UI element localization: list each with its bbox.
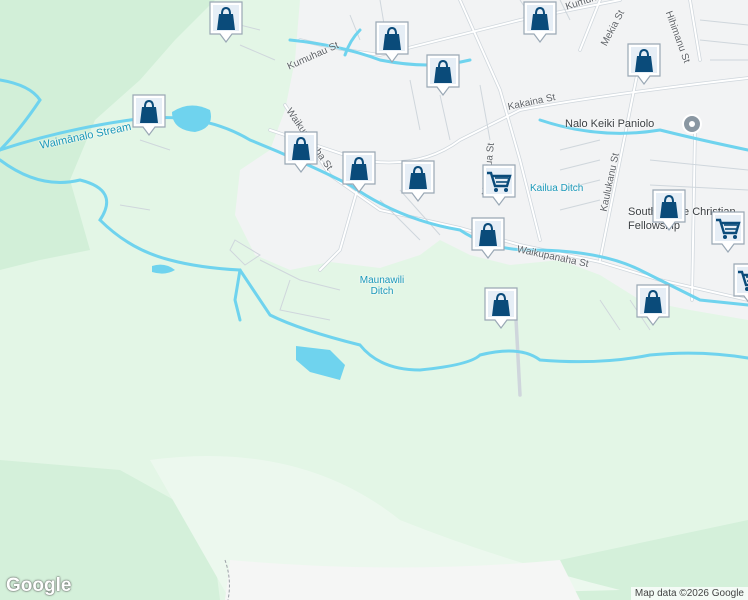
map-marker-shopping-cart[interactable] [481,163,517,207]
water-label-maunawili-ditch: Maunawili Ditch [359,275,405,297]
map-attribution: Map data ©2026 Google [630,587,748,600]
map-marker-shopping-bag[interactable] [425,53,461,97]
poi-label-nalo-keiki-paniolo: Nalo Keiki Paniolo [565,118,655,130]
map-marker-shopping-cart[interactable] [710,210,746,254]
map-canvas[interactable]: Kumuhau St Waikupanaha St Kakaina St Mah… [0,0,748,600]
google-logo: Google [6,575,72,596]
map-marker-shopping-bag[interactable] [131,93,167,137]
map-marker-shopping-bag[interactable] [635,283,671,327]
map-marker-shopping-cart[interactable] [732,262,748,306]
map-marker-shopping-bag[interactable] [400,159,436,203]
water-label-kailua-ditch: Kailua Ditch [530,183,584,194]
place-pin-icon[interactable] [682,114,702,134]
map-marker-shopping-bag[interactable] [626,42,662,86]
map-marker-shopping-bag[interactable] [341,150,377,194]
map-marker-shopping-bag[interactable] [522,0,558,44]
map-marker-shopping-bag[interactable] [374,20,410,64]
map-marker-shopping-bag[interactable] [483,286,519,330]
map-marker-shopping-bag[interactable] [208,0,244,44]
map-marker-shopping-bag[interactable] [470,216,506,260]
map-marker-shopping-bag[interactable] [283,130,319,174]
map-marker-shopping-bag[interactable] [651,188,687,232]
